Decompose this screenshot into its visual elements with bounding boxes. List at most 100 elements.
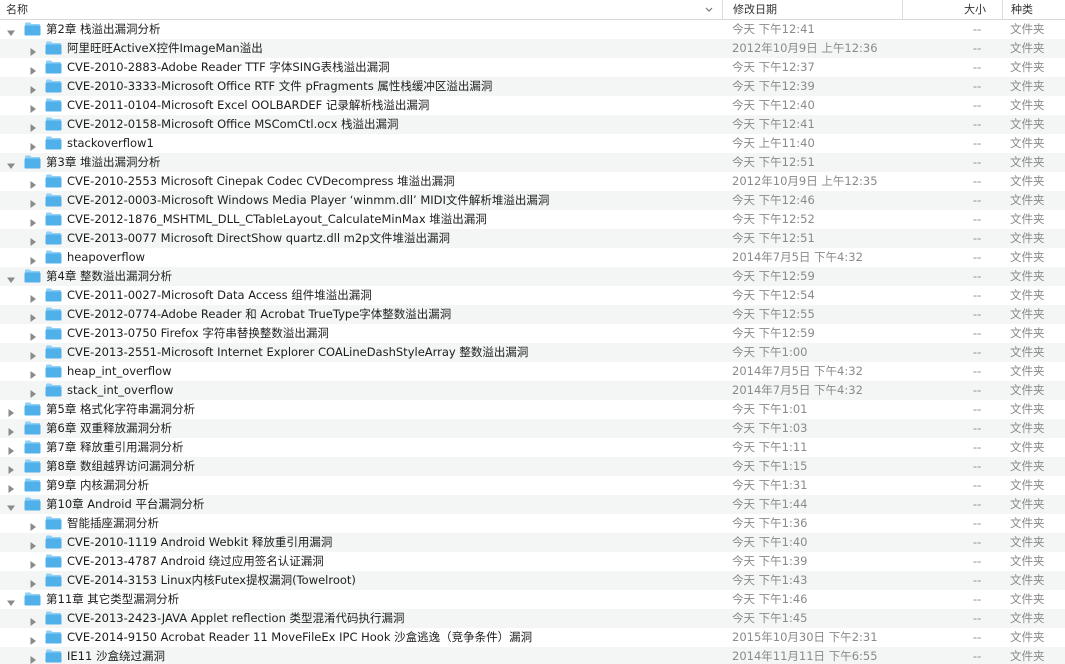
- folder-row[interactable]: CVE-2012-0774-Adobe Reader 和 Acrobat Tru…: [0, 305, 1065, 324]
- folder-row[interactable]: CVE-2012-1876_MSHTML_DLL_CTableLayout_Ca…: [0, 210, 1065, 229]
- folder-name: CVE-2012-0158-Microsoft Office MSComCtl.…: [67, 117, 399, 131]
- disclosure-triangle-collapsed-icon[interactable]: [28, 82, 38, 94]
- folder-row[interactable]: CVE-2012-0158-Microsoft Office MSComCtl.…: [0, 115, 1065, 134]
- folder-icon: [45, 535, 62, 549]
- folder-row[interactable]: 阿里旺旺ActiveX控件ImageMan溢出 2012年10月9日 上午12:3…: [0, 39, 1065, 58]
- folder-row[interactable]: CVE-2013-4787 Android 绕过应用签名认证漏洞 今天 下午1:3…: [0, 552, 1065, 571]
- file-size: --: [973, 440, 982, 454]
- column-header-kind[interactable]: 种类: [1002, 0, 1065, 19]
- disclosure-triangle-collapsed-icon[interactable]: [6, 481, 16, 493]
- file-kind: 文件夹: [1010, 573, 1045, 587]
- disclosure-triangle-collapsed-icon[interactable]: [28, 652, 38, 664]
- file-kind: 文件夹: [1010, 79, 1045, 93]
- folder-icon: [45, 60, 62, 74]
- folder-row[interactable]: 第10章 Android 平台漏洞分析 今天 下午1:44 -- 文件夹: [0, 495, 1065, 514]
- column-header-date-label: 修改日期: [733, 3, 777, 16]
- date-modified: 今天 下午1:44: [732, 497, 808, 511]
- disclosure-triangle-collapsed-icon[interactable]: [28, 234, 38, 246]
- disclosure-triangle-expanded-icon[interactable]: [6, 595, 16, 606]
- disclosure-triangle-collapsed-icon[interactable]: [28, 576, 38, 588]
- date-modified: 今天 下午12:46: [732, 193, 815, 207]
- folder-row[interactable]: CVE-2013-2423-JAVA Applet reflection 类型混…: [0, 609, 1065, 628]
- folder-row[interactable]: CVE-2011-0104-Microsoft Excel OOLBARDEF …: [0, 96, 1065, 115]
- folder-row[interactable]: 第4章 整数溢出漏洞分析 今天 下午12:59 -- 文件夹: [0, 267, 1065, 286]
- folder-row[interactable]: CVE-2010-1119 Android Webkit 释放重引用漏洞 今天 下…: [0, 533, 1065, 552]
- disclosure-triangle-collapsed-icon[interactable]: [28, 348, 38, 360]
- folder-row[interactable]: CVE-2013-0077 Microsoft DirectShow quart…: [0, 229, 1065, 248]
- folder-row[interactable]: stackoverflow1 今天 上午11:40 -- 文件夹: [0, 134, 1065, 153]
- disclosure-triangle-collapsed-icon[interactable]: [6, 443, 16, 455]
- file-size: --: [973, 535, 982, 549]
- disclosure-triangle-collapsed-icon[interactable]: [28, 519, 38, 531]
- folder-icon: [45, 136, 62, 150]
- folder-row[interactable]: stack_int_overflow 2014年7月5日 下午4:32 -- 文件夹: [0, 381, 1065, 400]
- date-modified: 今天 下午12:55: [732, 307, 815, 321]
- disclosure-triangle-collapsed-icon[interactable]: [28, 367, 38, 379]
- folder-row[interactable]: IE11 沙盒绕过漏洞 2014年11月11日 下午6:55 -- 文件夹: [0, 647, 1065, 664]
- folder-row[interactable]: CVE-2010-2553 Microsoft Cinepak Codec CV…: [0, 172, 1065, 191]
- disclosure-triangle-expanded-icon[interactable]: [6, 272, 16, 283]
- disclosure-triangle-collapsed-icon[interactable]: [28, 386, 38, 398]
- disclosure-triangle-expanded-icon[interactable]: [6, 25, 16, 36]
- folder-row[interactable]: heapoverflow 2014年7月5日 下午4:32 -- 文件夹: [0, 248, 1065, 267]
- date-modified: 今天 下午1:36: [732, 516, 808, 530]
- folder-row[interactable]: 第11章 其它类型漏洞分析 今天 下午1:46 -- 文件夹: [0, 590, 1065, 609]
- file-kind: 文件夹: [1010, 345, 1045, 359]
- file-size: --: [973, 60, 982, 74]
- folder-row[interactable]: 第5章 格式化字符串漏洞分析 今天 下午1:01 -- 文件夹: [0, 400, 1065, 419]
- column-header-size[interactable]: 大小: [902, 0, 1002, 19]
- folder-name: CVE-2013-2423-JAVA Applet reflection 类型混…: [67, 611, 405, 625]
- disclosure-triangle-collapsed-icon[interactable]: [28, 253, 38, 265]
- folder-name: IE11 沙盒绕过漏洞: [67, 649, 165, 663]
- folder-name: stackoverflow1: [67, 136, 154, 150]
- disclosure-triangle-collapsed-icon[interactable]: [28, 538, 38, 550]
- folder-row[interactable]: CVE-2014-9150 Acrobat Reader 11 MoveFile…: [0, 628, 1065, 647]
- folder-row[interactable]: 第9章 内核漏洞分析 今天 下午1:31 -- 文件夹: [0, 476, 1065, 495]
- disclosure-triangle-collapsed-icon[interactable]: [28, 557, 38, 569]
- disclosure-triangle-collapsed-icon[interactable]: [28, 291, 38, 303]
- folder-row[interactable]: CVE-2014-3153 Linux内核Futex提权漏洞(Towelroot…: [0, 571, 1065, 590]
- column-header-name[interactable]: 名称: [0, 0, 721, 19]
- folder-row[interactable]: 第8章 数组越界访问漏洞分析 今天 下午1:15 -- 文件夹: [0, 457, 1065, 476]
- folder-row[interactable]: CVE-2013-0750 Firefox 字符串替换整数溢出漏洞 今天 下午12…: [0, 324, 1065, 343]
- disclosure-triangle-collapsed-icon[interactable]: [28, 329, 38, 341]
- folder-row[interactable]: CVE-2010-3333-Microsoft Office RTF 文件 pF…: [0, 77, 1065, 96]
- file-size: --: [973, 307, 982, 321]
- disclosure-triangle-collapsed-icon[interactable]: [28, 101, 38, 113]
- disclosure-triangle-collapsed-icon[interactable]: [28, 44, 38, 56]
- disclosure-triangle-collapsed-icon[interactable]: [28, 120, 38, 132]
- disclosure-triangle-collapsed-icon[interactable]: [28, 196, 38, 208]
- file-size: --: [973, 155, 982, 169]
- folder-name: CVE-2014-3153 Linux内核Futex提权漏洞(Towelroot…: [67, 573, 356, 587]
- folder-name: 第4章 整数溢出漏洞分析: [46, 269, 172, 283]
- date-modified: 今天 下午12:41: [732, 22, 815, 36]
- folder-row[interactable]: 智能插座漏洞分析 今天 下午1:36 -- 文件夹: [0, 514, 1065, 533]
- sort-chevron-icon[interactable]: [703, 0, 715, 19]
- disclosure-triangle-collapsed-icon[interactable]: [28, 139, 38, 151]
- disclosure-triangle-expanded-icon[interactable]: [6, 158, 16, 169]
- folder-row[interactable]: CVE-2012-0003-Microsoft Windows Media Pl…: [0, 191, 1065, 210]
- disclosure-triangle-collapsed-icon[interactable]: [6, 424, 16, 436]
- file-size: --: [973, 41, 982, 55]
- file-size: --: [973, 364, 982, 378]
- disclosure-triangle-collapsed-icon[interactable]: [6, 462, 16, 474]
- column-header-date-modified[interactable]: 修改日期: [722, 0, 902, 19]
- disclosure-triangle-collapsed-icon[interactable]: [28, 215, 38, 227]
- folder-row[interactable]: 第3章 堆溢出漏洞分析 今天 下午12:51 -- 文件夹: [0, 153, 1065, 172]
- disclosure-triangle-collapsed-icon[interactable]: [28, 633, 38, 645]
- file-kind: 文件夹: [1010, 307, 1045, 321]
- disclosure-triangle-collapsed-icon[interactable]: [28, 177, 38, 189]
- folder-row[interactable]: CVE-2010-2883-Adobe Reader TTF 字体SING表栈溢…: [0, 58, 1065, 77]
- disclosure-triangle-collapsed-icon[interactable]: [28, 310, 38, 322]
- column-header-name-label: 名称: [6, 3, 28, 16]
- folder-row[interactable]: 第6章 双重释放漏洞分析 今天 下午1:03 -- 文件夹: [0, 419, 1065, 438]
- folder-row[interactable]: heap_int_overflow 2014年7月5日 下午4:32 -- 文件夹: [0, 362, 1065, 381]
- disclosure-triangle-collapsed-icon[interactable]: [28, 614, 38, 626]
- disclosure-triangle-expanded-icon[interactable]: [6, 500, 16, 511]
- folder-row[interactable]: CVE-2011-0027-Microsoft Data Access 组件堆溢…: [0, 286, 1065, 305]
- folder-row[interactable]: 第2章 栈溢出漏洞分析 今天 下午12:41 -- 文件夹: [0, 20, 1065, 39]
- folder-row[interactable]: 第7章 释放重引用漏洞分析 今天 下午1:11 -- 文件夹: [0, 438, 1065, 457]
- folder-row[interactable]: CVE-2013-2551-Microsoft Internet Explore…: [0, 343, 1065, 362]
- disclosure-triangle-collapsed-icon[interactable]: [6, 405, 16, 417]
- disclosure-triangle-collapsed-icon[interactable]: [28, 63, 38, 75]
